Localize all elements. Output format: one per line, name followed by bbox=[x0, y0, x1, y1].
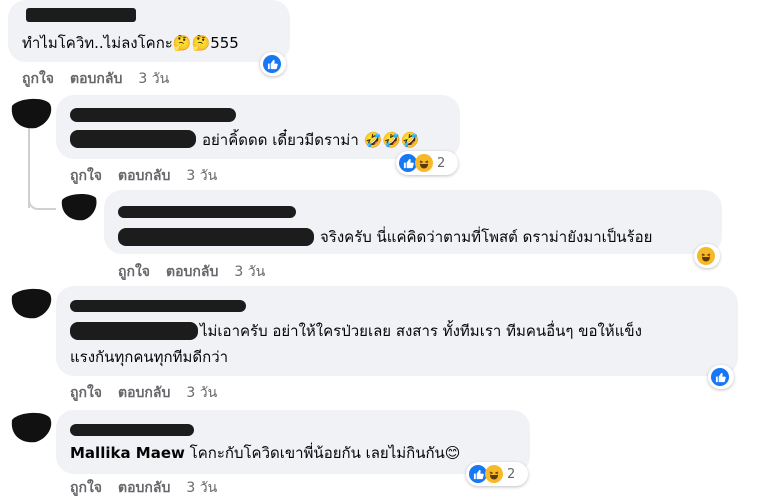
like-link[interactable]: ถูกใจ bbox=[70, 382, 102, 404]
comment-actions: ถูกใจ ตอบกลับ 3 วัน bbox=[70, 382, 233, 404]
reply-link[interactable]: ตอบกลับ bbox=[118, 165, 170, 187]
comment-actions: ถูกใจ ตอบกลับ 3 วัน bbox=[22, 68, 185, 90]
redacted-author bbox=[70, 108, 236, 122]
reaction-badge[interactable] bbox=[694, 244, 720, 268]
haha-icon bbox=[697, 247, 715, 265]
like-icon bbox=[711, 368, 729, 386]
reply-link[interactable]: ตอบกลับ bbox=[118, 382, 170, 404]
redacted-mention bbox=[118, 228, 314, 246]
comment-text-line-1: ไม่เอาครับ อย่าให้ใครป่วยเลย สงสาร ทั้งท… bbox=[200, 322, 642, 340]
timestamp[interactable]: 3 วัน bbox=[234, 261, 265, 283]
timestamp[interactable]: 3 วัน bbox=[138, 68, 169, 90]
timestamp[interactable]: 3 วัน bbox=[186, 382, 217, 404]
comment-body: โคกะกับโควิดเขาพี่น้อยกัน เลยไม่กินกัน😊 bbox=[189, 444, 461, 462]
reaction-badge[interactable] bbox=[708, 365, 734, 389]
like-link[interactable]: ถูกใจ bbox=[118, 261, 150, 283]
reaction-count: 2 bbox=[437, 155, 446, 171]
comment-text: Mallika Maew โคกะกับโควิดเขาพี่น้อยกัน เ… bbox=[70, 440, 460, 466]
avatar[interactable] bbox=[8, 96, 54, 130]
haha-icon bbox=[415, 154, 433, 172]
like-icon bbox=[263, 55, 281, 73]
comment-text: จริงครับ นี่แค่คิดว่าตามที่โพสต์ ดราม่าย… bbox=[320, 228, 653, 246]
comment-actions: ถูกใจ ตอบกลับ 3 วัน bbox=[70, 165, 233, 187]
timestamp[interactable]: 3 วัน bbox=[186, 165, 217, 187]
redacted-mention bbox=[70, 322, 198, 340]
timestamp[interactable]: 3 วัน bbox=[186, 477, 217, 499]
reaction-count: 2 bbox=[507, 466, 516, 482]
avatar[interactable] bbox=[60, 192, 98, 222]
comment-text: อย่าคิ้ดดด เดี๋ยวมีดราม่า 🤣🤣🤣 bbox=[202, 131, 420, 149]
redacted-author bbox=[26, 8, 136, 22]
like-link[interactable]: ถูกใจ bbox=[22, 68, 54, 90]
thread-line bbox=[28, 180, 56, 210]
redacted-author bbox=[118, 206, 296, 218]
redacted-author bbox=[70, 424, 194, 436]
reaction-badge[interactable]: 2 bbox=[466, 462, 528, 486]
reply-link[interactable]: ตอบกลับ bbox=[166, 261, 218, 283]
comment-actions: ถูกใจ ตอบกลับ 3 วัน bbox=[118, 261, 281, 283]
reply-link[interactable]: ตอบกลับ bbox=[70, 68, 122, 90]
comment-text-line-2: แรงกันทุกคนทุกทีมดีกว่า bbox=[70, 348, 229, 366]
like-link[interactable]: ถูกใจ bbox=[70, 165, 102, 187]
reaction-badge[interactable] bbox=[260, 52, 286, 76]
redacted-mention bbox=[70, 130, 196, 148]
comment-actions: ถูกใจ ตอบกลับ 3 วัน bbox=[70, 477, 233, 499]
redacted-author bbox=[70, 300, 246, 312]
like-link[interactable]: ถูกใจ bbox=[70, 477, 102, 499]
avatar[interactable] bbox=[8, 410, 54, 444]
reaction-badge[interactable]: 2 bbox=[396, 151, 458, 175]
comment-text: ทำไมโควิท..ไม่ลงโคกะ🤔🤔555 bbox=[22, 34, 239, 52]
avatar[interactable] bbox=[8, 286, 54, 320]
reply-link[interactable]: ตอบกลับ bbox=[118, 477, 170, 499]
haha-icon bbox=[485, 465, 503, 483]
mention-name[interactable]: Mallika Maew bbox=[70, 444, 185, 462]
